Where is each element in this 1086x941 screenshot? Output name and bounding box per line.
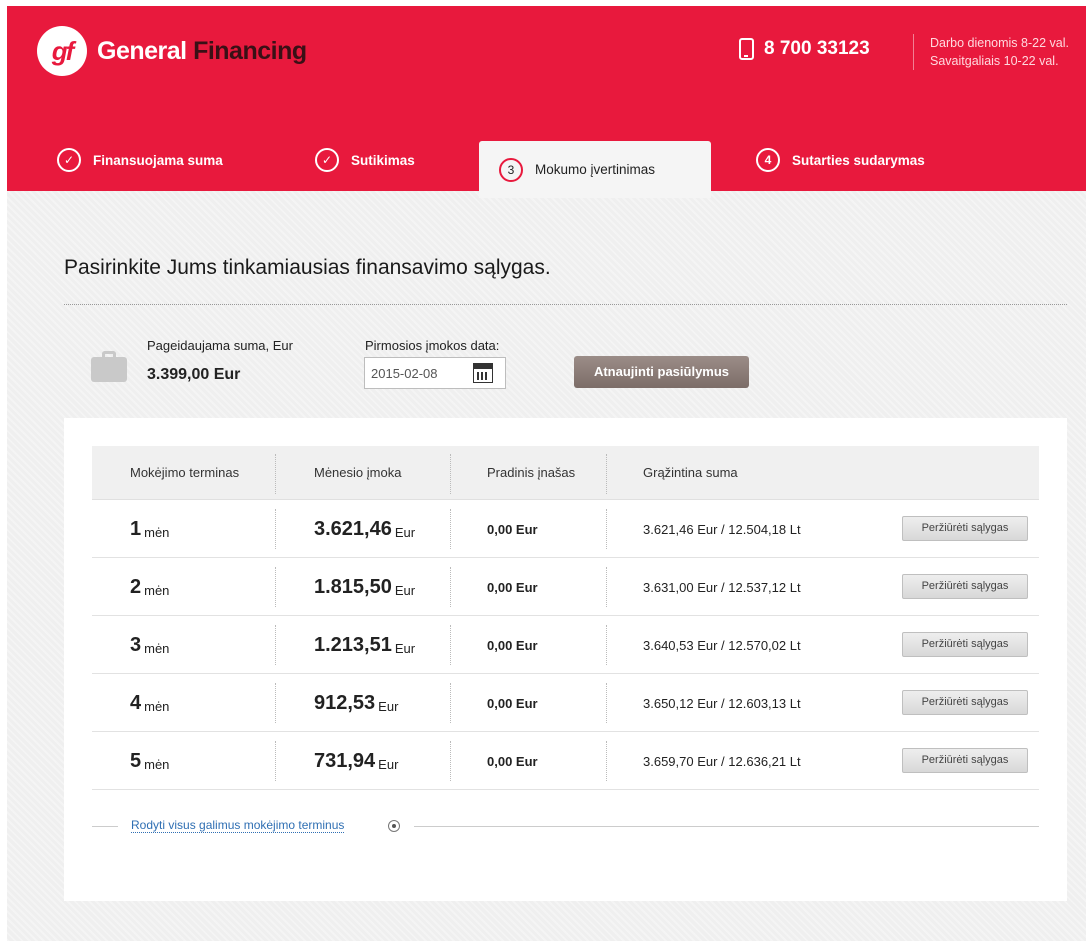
step-number: 4 (756, 148, 780, 172)
total-cell: 3.631,00 Eur / 12.537,12 Lt (643, 579, 801, 595)
divider (64, 304, 1067, 305)
amount-label: Pageidaujama suma, Eur (147, 338, 293, 353)
step-sutikimas[interactable]: ✓ Sutikimas (315, 148, 415, 172)
hours-weekend: Savaitgaliais 10-22 val. (930, 54, 1059, 68)
view-conditions-button[interactable]: Peržiūrėti sąlygas (902, 690, 1028, 715)
monthly-cell: 1.213,51 Eur (314, 633, 416, 656)
term-cell: 2 mėn (130, 575, 170, 598)
initial-cell: 0,00 Eur (487, 637, 538, 653)
monthly-cell: 1.815,50 Eur (314, 575, 416, 598)
table-row: 4 mėn 912,53 Eur 0,00 Eur 3.650,12 Eur / 1… (92, 674, 1039, 732)
term-cell: 5 mėn (130, 749, 170, 772)
view-conditions-button[interactable]: Peržiūrėti sąlygas (902, 632, 1028, 657)
header-initial: Pradinis įnašas (487, 465, 576, 480)
brand-name-first: General (97, 36, 187, 65)
header-term: Mokėjimo terminas (130, 465, 240, 480)
view-conditions-button[interactable]: Peržiūrėti sąlygas (902, 516, 1028, 541)
hours-weekdays: Darbo dienomis 8-22 val. (930, 36, 1069, 50)
monthly-cell: 731,94 Eur (314, 749, 399, 772)
phone-number: 8 700 33123 (764, 38, 870, 59)
page-title: Pasirinkite Jums tinkamiausias finansavi… (64, 256, 551, 279)
initial-cell: 0,00 Eur (487, 753, 538, 769)
calendar-icon[interactable] (473, 363, 493, 383)
initial-cell: 0,00 Eur (487, 521, 538, 537)
header-total: Grąžintina suma (643, 465, 738, 480)
step-finansuojama-suma[interactable]: ✓ Finansuojama suma (57, 148, 223, 172)
divider (414, 826, 1039, 827)
briefcase-icon (91, 350, 127, 382)
divider (92, 826, 118, 827)
brand-name-second: Financing (193, 36, 307, 65)
initial-cell: 0,00 Eur (487, 695, 538, 711)
header-monthly: Mėnesio įmoka (314, 465, 402, 480)
term-cell: 3 mėn (130, 633, 170, 656)
column-separator (450, 454, 451, 494)
step-label: Sutarties sudarymas (792, 152, 925, 168)
table-header: Mokėjimo terminas Mėnesio įmoka Pradinis… (92, 446, 1039, 500)
view-conditions-button[interactable]: Peržiūrėti sąlygas (902, 748, 1028, 773)
working-hours: Darbo dienomis 8-22 val. Savaitgaliais 1… (913, 34, 1069, 70)
total-cell: 3.650,12 Eur / 12.603,13 Lt (643, 695, 801, 711)
table-row: 2 mėn 1.815,50 Eur 0,00 Eur 3.631,00 Eur /… (92, 558, 1039, 616)
phone-icon (739, 38, 754, 60)
brand-name: General Financing (97, 37, 307, 66)
first-payment-date-label: Pirmosios įmokos data: (365, 338, 500, 353)
initial-cell: 0,00 Eur (487, 579, 538, 595)
phone-contact[interactable]: 8 700 33123 (739, 38, 870, 60)
column-separator (275, 454, 276, 494)
term-cell: 4 mėn (130, 691, 170, 714)
offers-card: Mokėjimo terminas Mėnesio įmoka Pradinis… (64, 418, 1067, 901)
progress-steps: ✓ Finansuojama suma ✓ Sutikimas 3 Mokumo… (7, 136, 1086, 206)
monthly-cell: 912,53 Eur (314, 691, 399, 714)
show-all-terms: Rodyti visus galimus mokėjimo terminus (92, 818, 1039, 834)
step-mokumo-ivertinimas[interactable]: 3 Mokumo įvertinimas (479, 141, 711, 198)
logo[interactable]: gf General Financing (37, 26, 307, 76)
first-payment-date-field[interactable] (364, 357, 506, 389)
logo-mark: gf (37, 26, 87, 76)
total-cell: 3.640,53 Eur / 12.570,02 Lt (643, 637, 801, 653)
total-cell: 3.659,70 Eur / 12.636,21 Lt (643, 753, 801, 769)
date-input[interactable] (365, 358, 469, 388)
table-row: 3 mėn 1.213,51 Eur 0,00 Eur 3.640,53 Eur /… (92, 616, 1039, 674)
step-label: Sutikimas (351, 152, 415, 168)
amount-value: 3.399,00 Eur (147, 366, 241, 383)
offers-table: Mokėjimo terminas Mėnesio įmoka Pradinis… (92, 446, 1039, 790)
check-icon: ✓ (57, 148, 81, 172)
check-icon: ✓ (315, 148, 339, 172)
term-cell: 1 mėn (130, 517, 170, 540)
header: gf General Financing 8 700 33123 Darbo d… (7, 6, 1086, 198)
column-separator (606, 454, 607, 494)
view-conditions-button[interactable]: Peržiūrėti sąlygas (902, 574, 1028, 599)
show-all-terms-link[interactable]: Rodyti visus galimus mokėjimo terminus (131, 818, 345, 833)
table-row: 1 mėn 3.621,46 Eur 0,00 Eur 3.621,46 Eur /… (92, 500, 1039, 558)
total-cell: 3.621,46 Eur / 12.504,18 Lt (643, 521, 801, 537)
refresh-offers-button[interactable]: Atnaujinti pasiūlymus (574, 356, 749, 388)
page: gf General Financing 8 700 33123 Darbo d… (7, 6, 1086, 941)
monthly-cell: 3.621,46 Eur (314, 517, 416, 540)
expand-circle-icon[interactable] (388, 820, 400, 832)
step-label: Mokumo įvertinimas (535, 162, 656, 177)
step-sutarties-sudarymas[interactable]: 4 Sutarties sudarymas (756, 148, 925, 172)
step-number: 3 (499, 157, 523, 182)
step-label: Finansuojama suma (93, 152, 223, 168)
table-row: 5 mėn 731,94 Eur 0,00 Eur 3.659,70 Eur / 1… (92, 732, 1039, 790)
